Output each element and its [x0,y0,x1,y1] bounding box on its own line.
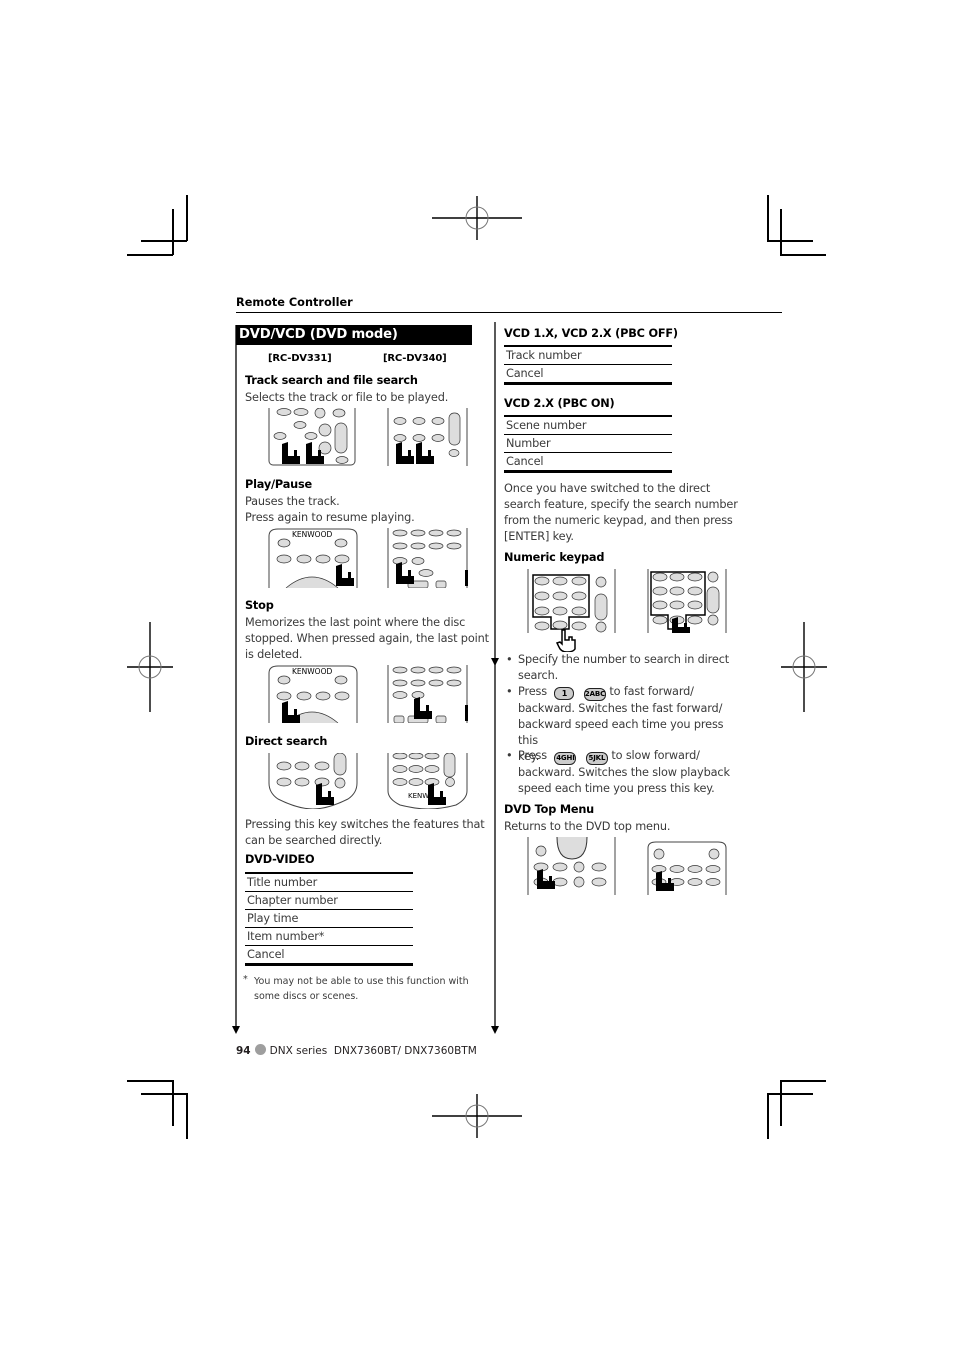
footer-models: DNX7360BT/ DNX7360BTM [333,1045,477,1057]
numeric-keypad-heading: Numeric keypad [504,551,605,564]
stop-line-2: stopped. When pressed again, the last po… [245,632,489,645]
remote-image-rc-dv340-play-pause [386,528,470,588]
remote-image-rc-dv331-direct [268,753,358,809]
vcd-pbc-on-heading: VCD 2.X (PBC ON) [504,397,615,410]
remote-image-rc-dv331-top-menu [527,837,617,895]
key-1-icon: 1 [554,687,575,700]
table-row: Cancel [504,453,672,473]
table-row: Chapter number [245,892,413,910]
footnote-line-1: You may not be able to use this function… [254,976,469,987]
table-row: Number [504,435,672,453]
circle-bullet-icon [254,1044,266,1055]
table-row: Play time [245,910,413,928]
track-search-heading: Track search and file search [245,374,418,387]
table-row: Cancel [245,946,413,966]
footnote-mark: * [243,974,248,985]
page-footer: 94 DNX series DNX7360BT/ DNX7360BTM [236,1044,477,1057]
remote-image-rc-dv331-stop: KENWOOD [268,665,358,723]
remote-image-rc-dv340-top-menu [646,840,728,895]
key-5jkl-icon: 5JKL [585,752,608,765]
vcd-pbc-off-table: Track number Cancel [504,345,672,385]
kenwood-logo: KENWOOD [292,530,332,539]
page-title: DVD/VCD (DVD mode) [236,325,472,345]
direct-paragraph-line-2: search feature, specify the search numbe… [504,498,738,511]
play-pause-line-1: Pauses the track. [245,495,340,508]
direct-search-heading: Direct search [245,735,328,748]
table-row: Title number [245,874,413,892]
direct-paragraph-line-4: [ENTER] key. [504,530,574,543]
remote-image-rc-dv340-direct: KENW [386,753,470,809]
play-pause-line-2: Press again to resume playing. [245,511,415,524]
direct-search-line-1: Pressing this key switches the features … [245,818,485,831]
footnote-line-2: some discs or scenes. [254,991,359,1002]
table-row: Item number* [245,928,413,946]
model-label-right: [RC-DV340] [383,353,447,364]
dvd-top-menu-text: Returns to the DVD top menu. [504,820,671,833]
page-number: 94 [236,1045,251,1057]
footer-series: DNX series [269,1045,328,1057]
svg-text:KENWOOD: KENWOOD [292,667,332,676]
header-rule [236,312,782,313]
stop-line-3: is deleted. [245,648,303,661]
key-2abc-icon: 2ABC [583,688,606,701]
bullet-item: • Specify the number to search in direct… [506,653,730,682]
model-label-left: [RC-DV331] [268,353,332,364]
stop-line-1: Memorizes the last point where the disc [245,616,466,629]
remote-image-rc-dv340-keypad [646,569,728,633]
play-pause-heading: Play/Pause [245,478,312,491]
registration-targets [127,196,827,1138]
remote-image-rc-dv331-track-search [268,408,356,466]
table-row: Track number [504,347,672,365]
track-search-text: Selects the track or file to be played. [245,391,449,404]
dvd-top-menu-heading: DVD Top Menu [504,803,595,816]
remote-image-rc-dv331-play-pause: KENWOOD [268,528,358,588]
direct-paragraph-line-3: from the numeric keypad, and then press [504,514,733,527]
stop-heading: Stop [245,599,274,612]
bullet-item: • Press 4GHI 5JKL to slow forward/ backw… [506,749,730,795]
dvd-video-table: Title number Chapter number Play time It… [245,872,413,966]
remote-image-rc-dv340-track-search [386,408,470,466]
section-header: Remote Controller [236,296,353,309]
remote-image-rc-dv340-stop [386,665,470,723]
remote-image-rc-dv331-keypad [527,569,617,633]
table-row: Scene number [504,417,672,435]
direct-search-line-2: can be searched directly. [245,834,383,847]
vcd-pbc-off-heading: VCD 1.X, VCD 2.X (PBC OFF) [504,327,678,340]
vcd-pbc-on-table: Scene number Number Cancel [504,415,672,473]
dvd-video-heading: DVD-VIDEO [245,853,315,866]
svg-text:KENW: KENW [408,792,429,800]
hand-pointer-icon [556,629,576,652]
direct-paragraph-line-1: Once you have switched to the direct [504,482,711,495]
table-row: Cancel [504,365,672,385]
key-4ghi-icon: 4GHI [554,752,577,765]
